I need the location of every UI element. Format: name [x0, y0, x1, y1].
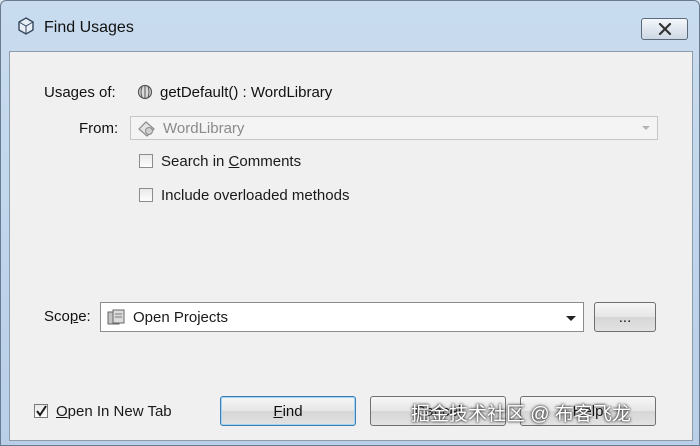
scope-browse-button[interactable]: ...	[594, 302, 656, 332]
chevron-down-icon	[566, 316, 576, 321]
method-signature: getDefault() : WordLibrary	[160, 84, 333, 101]
find-usages-dialog: Find Usages Usages of: getDefault() : Wo…	[0, 0, 700, 446]
chevron-down-icon	[642, 126, 650, 130]
projects-icon	[107, 309, 125, 325]
from-label: From:	[79, 120, 119, 137]
class-icon	[138, 121, 155, 137]
from-value: WordLibrary	[163, 120, 245, 137]
scope-value: Open Projects	[133, 309, 229, 326]
title-bar[interactable]: Find Usages	[1, 1, 699, 51]
window-title: Find Usages	[44, 19, 134, 36]
usages-of-label: Usages of:	[44, 84, 116, 101]
find-button[interactable]: Find	[220, 396, 356, 426]
watermark-text: 掘金技术社区 @ 布客飞龙	[411, 404, 631, 425]
include-overloaded-label[interactable]: Include overloaded methods	[161, 187, 349, 204]
include-overloaded-checkbox[interactable]	[139, 188, 153, 202]
dialog-content: Usages of: getDefault() : WordLibrary Fr…	[9, 51, 693, 441]
close-icon	[658, 23, 671, 35]
netbeans-cube-icon	[18, 17, 34, 35]
open-in-new-tab-label[interactable]: Open In New Tab	[56, 403, 172, 420]
search-in-comments-label[interactable]: Search in Comments	[161, 153, 301, 170]
open-in-new-tab-checkbox[interactable]	[34, 404, 48, 418]
scope-label: Scope:	[44, 308, 91, 325]
checkmark-icon	[36, 405, 47, 417]
search-in-comments-checkbox[interactable]	[139, 154, 153, 168]
close-button[interactable]	[641, 18, 688, 40]
method-icon	[137, 84, 153, 100]
scope-combo[interactable]: Open Projects	[100, 302, 584, 332]
from-combo[interactable]: WordLibrary	[130, 116, 658, 140]
